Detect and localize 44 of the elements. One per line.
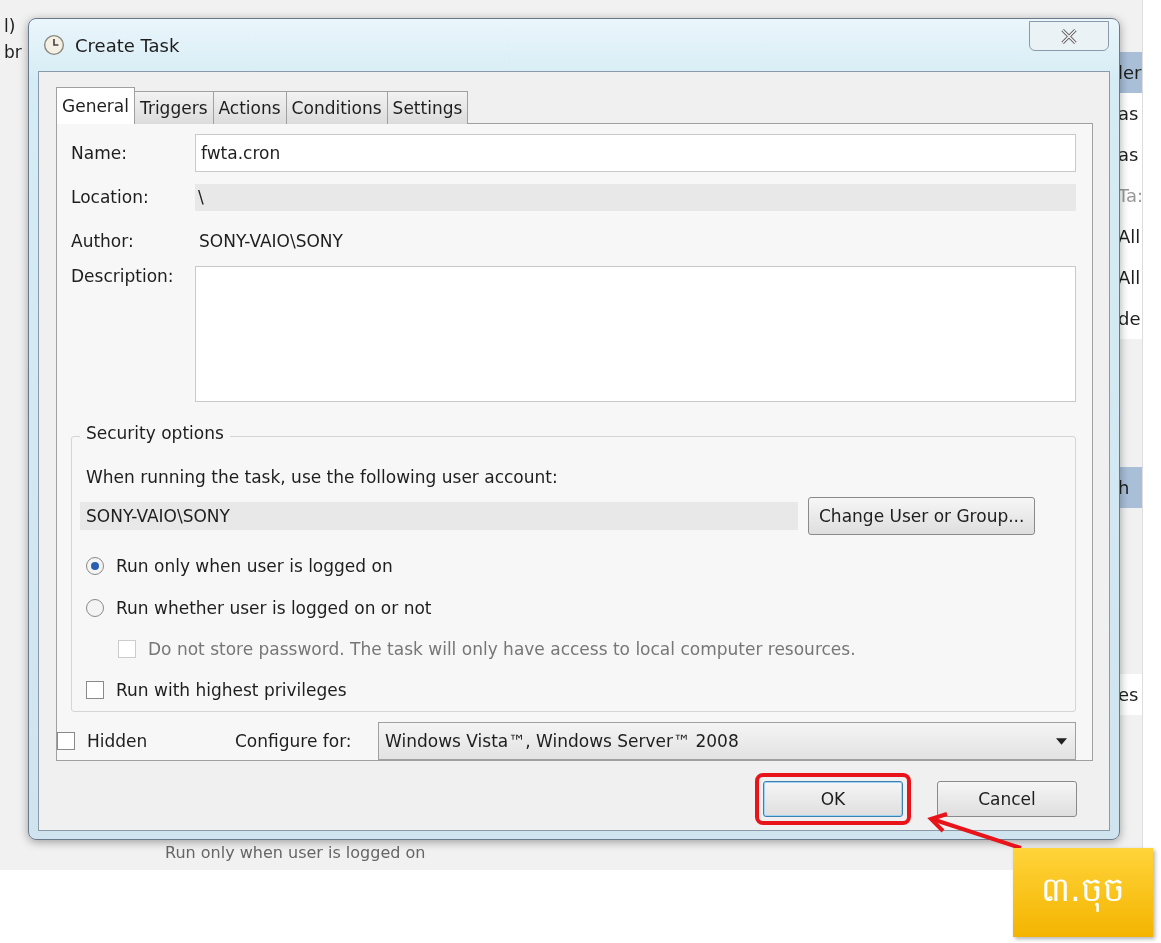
background-list-item: as xyxy=(1118,134,1142,175)
account-label: When running the task, use the following user account: xyxy=(86,467,559,487)
tab[interactable]: General xyxy=(56,87,135,124)
background-list-item: as xyxy=(1118,93,1142,134)
checkbox[interactable] xyxy=(86,681,104,699)
background-text: l) xyxy=(3,16,17,36)
field-label: Name: xyxy=(71,143,128,163)
cancel-button[interactable]: Cancel xyxy=(937,781,1077,817)
name-field[interactable]: fwta.cron xyxy=(195,134,1076,172)
radio-option[interactable]: Run only when user is logged on xyxy=(86,545,1059,587)
caret-icon xyxy=(1056,737,1067,745)
callout-label: ៣.ចុច xyxy=(1013,848,1153,937)
configure-dropdown[interactable]: Windows Vista™, Windows Server™ 2008 xyxy=(378,722,1076,760)
group-title: Security options xyxy=(80,423,230,443)
tab[interactable]: Actions xyxy=(212,91,287,124)
background-list-item: All xyxy=(1118,216,1142,257)
field-label: Author: xyxy=(71,231,135,251)
background-list-item: h xyxy=(1118,467,1142,508)
author-value: SONY-VAIO\SONY xyxy=(198,231,343,251)
background-list-item: de xyxy=(1118,298,1142,339)
field-label: Location: xyxy=(71,187,150,207)
background-text: br xyxy=(3,42,22,62)
hidden-checkbox[interactable]: Hidden xyxy=(57,720,235,762)
background-list-item: All xyxy=(1118,257,1142,298)
ok-button[interactable]: OK xyxy=(763,781,903,817)
description-field[interactable] xyxy=(195,266,1076,402)
background-list-item: ler xyxy=(1118,52,1142,93)
user-account-field: SONY-VAIO\SONY xyxy=(80,502,798,530)
background-list-item: Ta: xyxy=(1118,175,1142,216)
window-title: Create Task xyxy=(75,34,180,56)
background-text: Run only when user is logged on xyxy=(165,843,426,863)
location-field: \ xyxy=(195,183,1076,211)
radio-button[interactable] xyxy=(86,599,104,617)
checkbox-option[interactable]: Run with highest privileges xyxy=(86,669,1059,711)
tab[interactable]: Conditions xyxy=(285,91,388,124)
tab[interactable]: Triggers xyxy=(134,91,214,124)
change-user-button[interactable]: Change User or Group... xyxy=(808,497,1036,535)
clock-icon xyxy=(43,34,65,56)
field-label: Description: xyxy=(71,266,175,286)
radio-option[interactable]: Run whether user is logged on or not xyxy=(86,587,1059,629)
configure-label: Configure for: xyxy=(235,731,353,751)
radio-button[interactable] xyxy=(86,557,104,575)
close-button[interactable] xyxy=(1029,21,1109,51)
tab[interactable]: Settings xyxy=(386,91,469,124)
